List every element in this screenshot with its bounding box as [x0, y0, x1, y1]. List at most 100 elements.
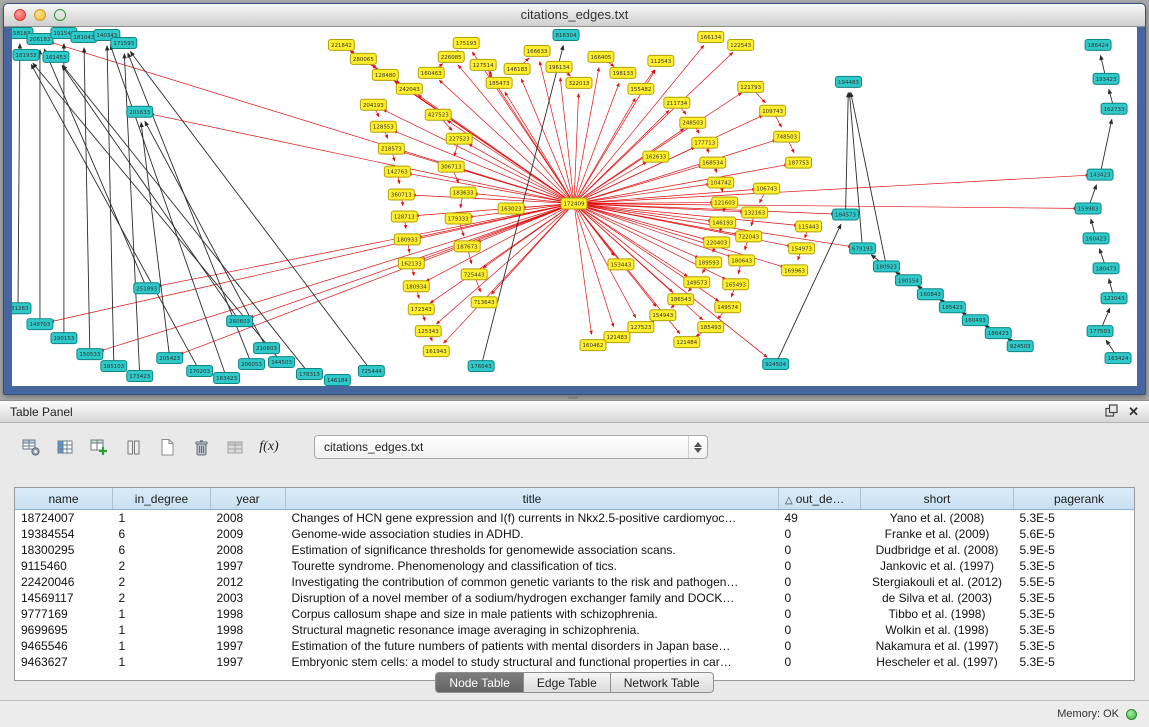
- graph-node[interactable]: 163424: [1105, 353, 1131, 364]
- graph-node[interactable]: 186543: [668, 294, 694, 305]
- graph-node[interactable]: 206183: [27, 33, 53, 44]
- graph-node[interactable]: 121484: [674, 337, 700, 348]
- graph-node[interactable]: 221842: [328, 39, 354, 50]
- graph-node[interactable]: 159983: [1075, 203, 1101, 214]
- graph-node[interactable]: 189593: [696, 257, 722, 268]
- graph-node[interactable]: 128480: [372, 69, 398, 80]
- graph-node[interactable]: 148703: [27, 319, 53, 330]
- network-graph[interactable]: 1724092218422800651284802420431604632260…: [12, 27, 1137, 386]
- graph-edge[interactable]: [18, 44, 20, 308]
- network-canvas[interactable]: 1724092218422800651284802420431604632260…: [12, 27, 1137, 386]
- column-header-short[interactable]: short: [861, 488, 1014, 510]
- select-columns-button[interactable]: [52, 435, 78, 459]
- graph-edge[interactable]: [100, 204, 574, 351]
- graph-node[interactable]: 127523: [628, 322, 654, 333]
- graph-edge[interactable]: [124, 54, 139, 376]
- graph-edge[interactable]: [145, 121, 267, 348]
- graph-node[interactable]: 142763: [384, 166, 410, 177]
- graph-node[interactable]: 360713: [388, 189, 414, 200]
- create-column-button[interactable]: [86, 435, 112, 459]
- graph-node[interactable]: 128713: [391, 211, 417, 222]
- graph-node[interactable]: 109743: [760, 105, 786, 116]
- graph-edge[interactable]: [1100, 120, 1112, 175]
- graph-node[interactable]: 211734: [664, 97, 690, 108]
- graph-node[interactable]: 205423: [157, 353, 183, 364]
- table-row[interactable]: 1830029562008Estimation of significance …: [15, 542, 1135, 558]
- graph-node[interactable]: 121043: [1101, 293, 1127, 304]
- graph-node[interactable]: 220403: [704, 237, 730, 248]
- graph-node[interactable]: 104742: [708, 177, 734, 188]
- graph-node[interactable]: 172409: [561, 198, 587, 209]
- table-row[interactable]: 1872400712008Changes of HCN gene express…: [15, 510, 1135, 527]
- graph-node[interactable]: 816304: [553, 29, 579, 40]
- graph-node[interactable]: 160463: [418, 67, 444, 78]
- graph-edge[interactable]: [158, 204, 574, 287]
- graph-node[interactable]: 121483: [604, 332, 630, 343]
- graph-node[interactable]: 186424: [1085, 39, 1111, 50]
- graph-node[interactable]: 160493: [962, 315, 988, 326]
- graph-node[interactable]: 163423: [214, 373, 240, 384]
- graph-edge[interactable]: [63, 65, 310, 374]
- graph-edge[interactable]: [110, 45, 226, 378]
- graph-edge[interactable]: [141, 123, 170, 358]
- graph-node[interactable]: 176043: [468, 361, 494, 372]
- graph-node[interactable]: 185493: [698, 322, 724, 333]
- graph-edge[interactable]: [851, 93, 887, 267]
- graph-node[interactable]: 125343: [415, 326, 441, 337]
- graph-node[interactable]: 210603: [254, 343, 280, 354]
- graph-node[interactable]: 160462: [580, 340, 606, 351]
- import-table-button[interactable]: [222, 435, 248, 459]
- column-header-title[interactable]: title: [286, 488, 779, 510]
- graph-node[interactable]: 132163: [742, 207, 768, 218]
- tab-network-table[interactable]: Network Table: [611, 672, 714, 693]
- graph-node[interactable]: 166134: [698, 31, 724, 42]
- graph-node[interactable]: 127514: [470, 59, 496, 70]
- graph-node[interactable]: 322013: [566, 77, 592, 88]
- graph-edge[interactable]: [107, 46, 114, 366]
- delete-table-button[interactable]: [188, 435, 214, 459]
- close-window-button[interactable]: [14, 9, 26, 21]
- table-row[interactable]: 911546021997Tourette syndrome. Phenomeno…: [15, 558, 1135, 574]
- graph-node[interactable]: 194483: [836, 76, 862, 87]
- zoom-window-button[interactable]: [54, 9, 66, 21]
- graph-node[interactable]: 162633: [643, 151, 669, 162]
- graph-node[interactable]: 128553: [370, 121, 396, 132]
- graph-node[interactable]: 121793: [738, 81, 764, 92]
- graph-node[interactable]: 226085: [438, 51, 464, 62]
- graph-node[interactable]: 713643: [471, 297, 497, 308]
- graph-node[interactable]: 179333: [445, 213, 471, 224]
- graph-node[interactable]: 227523: [446, 133, 472, 144]
- graph-node[interactable]: 178313: [296, 369, 322, 380]
- graph-node[interactable]: 162733: [1101, 103, 1127, 114]
- graph-node[interactable]: 166405: [588, 51, 614, 62]
- tab-node-table[interactable]: Node Table: [435, 672, 524, 693]
- memory-indicator[interactable]: [1126, 709, 1137, 720]
- graph-node[interactable]: 204193: [360, 99, 386, 110]
- graph-node[interactable]: 187753: [786, 157, 812, 168]
- table-row[interactable]: 1938455462009Genome-wide association stu…: [15, 526, 1135, 542]
- graph-node[interactable]: 748503: [774, 131, 800, 142]
- row-mode-button[interactable]: [120, 435, 146, 459]
- graph-node[interactable]: 248503: [680, 117, 706, 128]
- graph-node[interactable]: 155482: [628, 83, 654, 94]
- graph-node[interactable]: 924503: [1007, 341, 1033, 352]
- graph-node[interactable]: 122543: [728, 39, 754, 50]
- close-panel-icon[interactable]: ✕: [1128, 405, 1139, 418]
- table-row[interactable]: 1456911722003Disruption of a novel membe…: [15, 590, 1135, 606]
- column-header-name[interactable]: name: [15, 488, 113, 510]
- function-builder-button[interactable]: f(x): [256, 435, 282, 459]
- column-header-year[interactable]: year: [211, 488, 286, 510]
- new-table-button[interactable]: [154, 435, 180, 459]
- graph-node[interactable]: 153443: [608, 259, 634, 270]
- graph-node[interactable]: 171593: [111, 37, 137, 48]
- graph-node[interactable]: 150533: [77, 349, 103, 360]
- graph-node[interactable]: 206053: [239, 359, 265, 370]
- graph-node[interactable]: 185103: [101, 361, 127, 372]
- graph-node[interactable]: 722043: [736, 231, 762, 242]
- graph-node[interactable]: 177713: [692, 137, 718, 148]
- graph-node[interactable]: 143423: [1087, 169, 1113, 180]
- graph-node[interactable]: 146183: [504, 63, 530, 74]
- graph-node[interactable]: 146184: [324, 375, 350, 386]
- graph-node[interactable]: 144503: [269, 357, 295, 368]
- graph-node[interactable]: 149574: [715, 302, 741, 313]
